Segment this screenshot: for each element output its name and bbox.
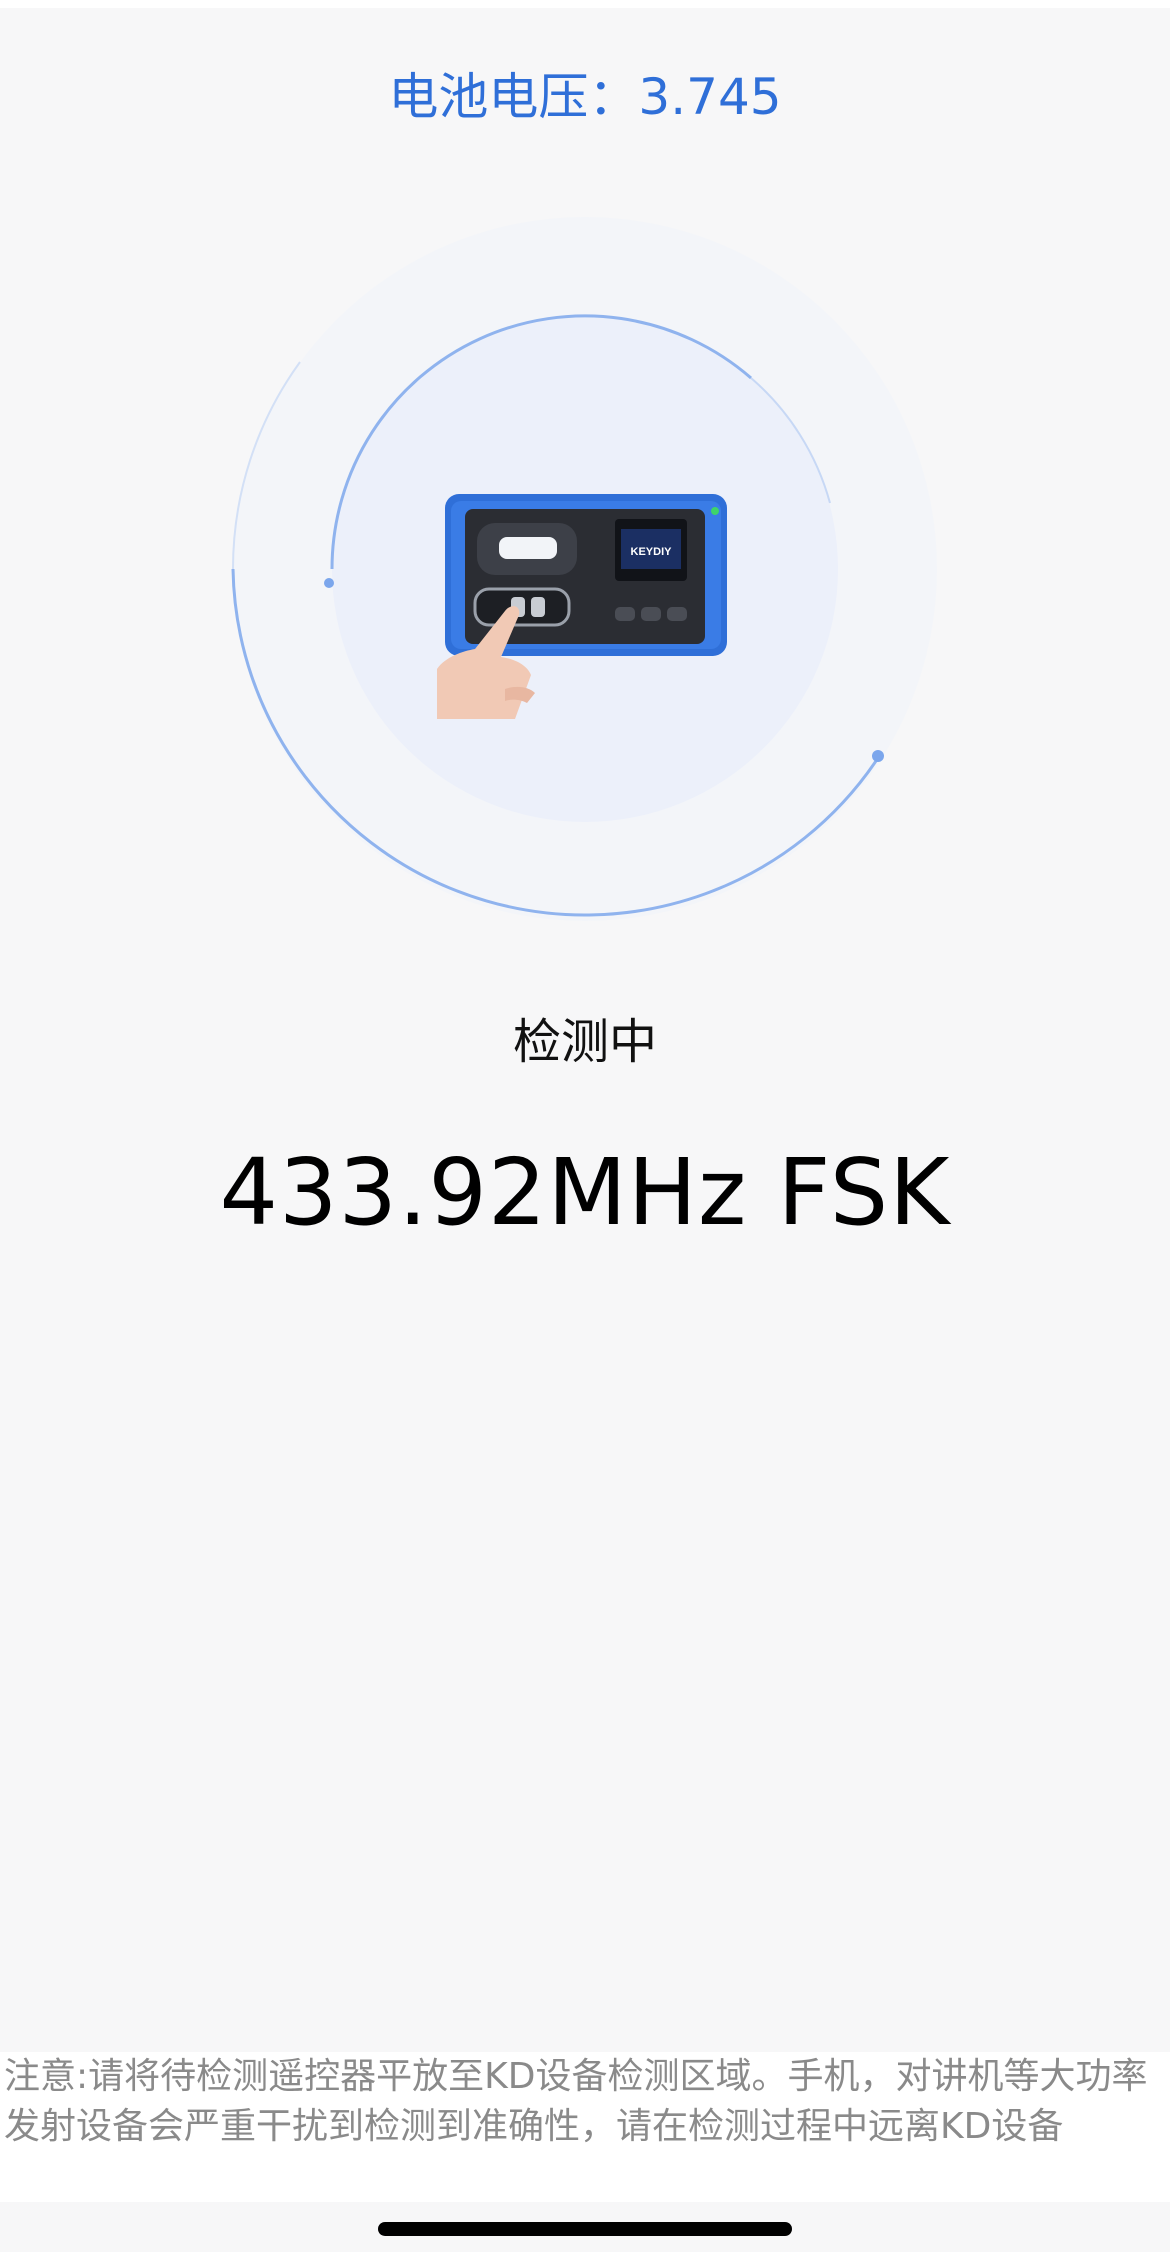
signal-frequency: 433.92MHz FSK (219, 1139, 951, 1246)
remote-button-b (531, 597, 545, 617)
notice-text: 注意:请将待检测遥控器平放至KD设备检测区域。手机，对讲机等大功率发射设备会严重… (0, 2052, 1170, 2202)
battery-voltage-value: 3.745 (638, 68, 782, 126)
inner-ring-dot (324, 578, 334, 588)
battery-voltage: 电池电压：3.745 (0, 62, 1170, 132)
key-slot-window (499, 537, 557, 559)
screen-brand-text: KEYDIY (631, 546, 673, 558)
detection-status: 检测中 (512, 1014, 657, 1070)
outer-ring-dot (872, 750, 884, 762)
battery-voltage-label: 电池电压： (388, 68, 639, 126)
device-led (711, 507, 719, 515)
keydiy-kd-device-image: KEYDIY (437, 494, 727, 719)
home-indicator[interactable] (378, 2222, 792, 2236)
device-button-3 (667, 607, 687, 621)
scanner-animation: KEYDIY (230, 214, 940, 924)
device-button-1 (615, 607, 635, 621)
top-strip (0, 0, 1170, 8)
device-button-2 (641, 607, 661, 621)
